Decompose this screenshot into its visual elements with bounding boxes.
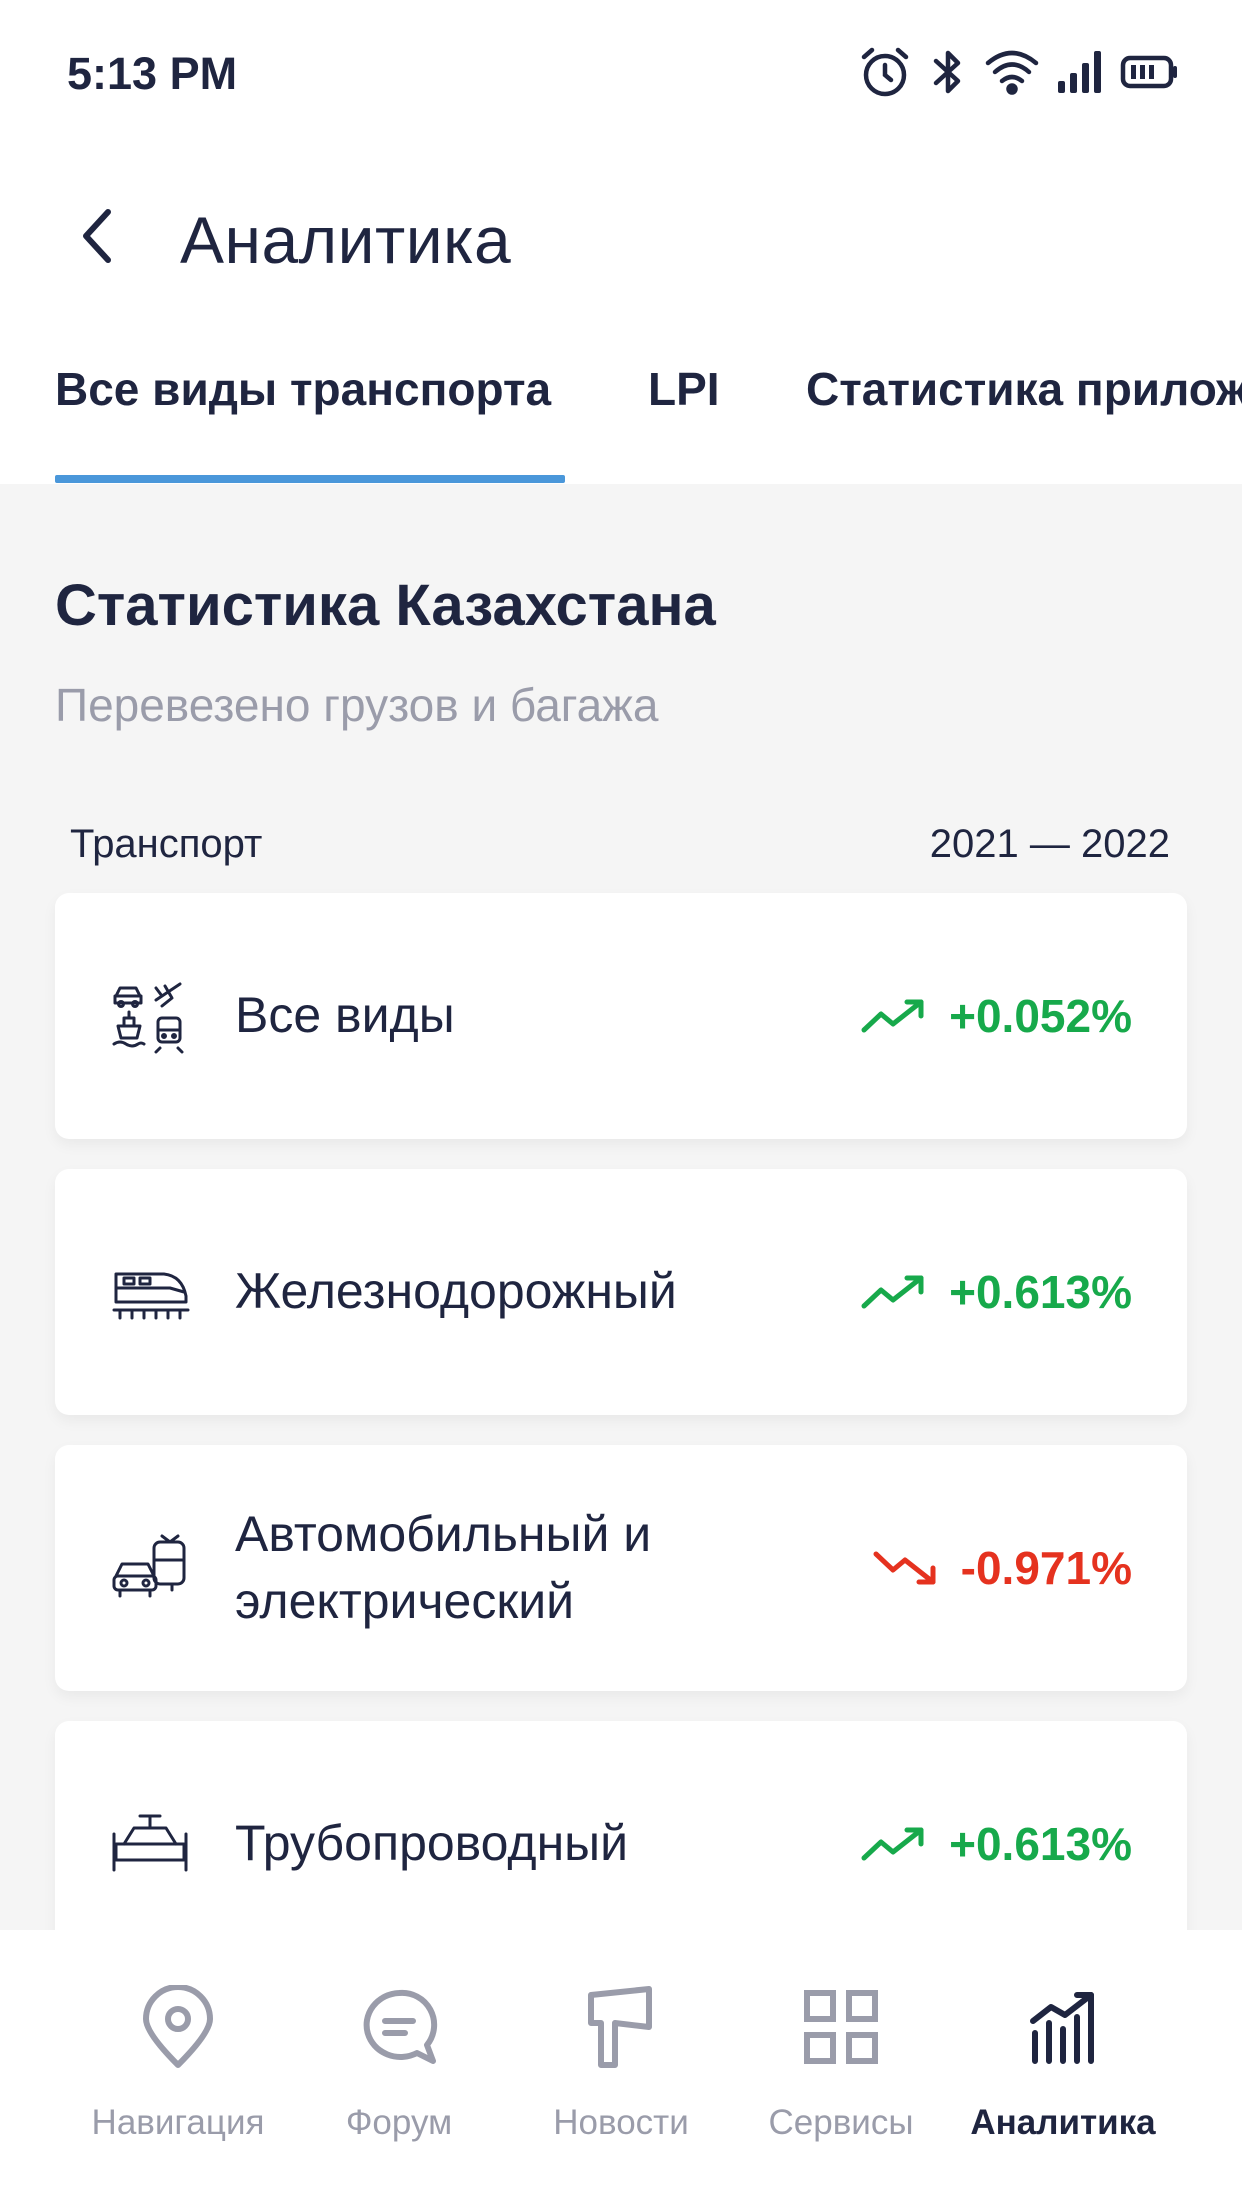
grid-icon: [799, 1985, 883, 2069]
page-title: Аналитика: [180, 203, 512, 277]
column-header-transport: Транспорт: [70, 822, 263, 866]
chat-bubble-icon: [357, 1985, 441, 2069]
trend-value: +0.052%: [861, 893, 1132, 1139]
trend-value: -0.971%: [873, 1445, 1132, 1691]
nav-item-forum[interactable]: Форум: [289, 1985, 509, 2165]
analytics-chart-icon: [1021, 1985, 1105, 2069]
trend-value: +0.613%: [861, 1169, 1132, 1415]
nav-item-analytics[interactable]: Аналитика: [953, 1985, 1173, 2165]
transport-row-all[interactable]: Все виды +0.052%: [55, 893, 1187, 1139]
percent-change: +0.613%: [949, 1266, 1132, 1318]
trend-up-icon: [861, 1827, 924, 1861]
tab-bar: Все виды транспорта LPI Статистика прило…: [0, 340, 1242, 484]
nav-label: Новости: [553, 2103, 689, 2142]
all-transport-icon: [110, 976, 190, 1056]
pipeline-icon: [110, 1804, 190, 1884]
nav-item-navigation[interactable]: Навигация: [68, 1985, 288, 2165]
wifi-icon: [984, 45, 1040, 99]
alarm-icon: [858, 45, 912, 99]
transport-label: Железнодорожный: [235, 1263, 677, 1320]
nav-label: Аналитика: [970, 2103, 1156, 2142]
status-time: 5:13 PM: [67, 48, 238, 99]
column-header-period: 2021 — 2022: [929, 822, 1170, 866]
percent-change: -0.971%: [960, 1542, 1132, 1594]
section-subtitle: Перевезено грузов и багажа: [55, 679, 659, 731]
signal-icon: [1056, 45, 1104, 99]
percent-change: +0.052%: [949, 990, 1132, 1042]
nav-label: Навигация: [91, 2103, 265, 2142]
bluetooth-icon: [928, 45, 968, 99]
section-title: Статистика Казахстана: [55, 573, 716, 638]
percent-change: +0.613%: [949, 1818, 1132, 1870]
nav-item-news[interactable]: Новости: [511, 1985, 731, 2165]
train-icon: [110, 1252, 190, 1332]
transport-row-rail[interactable]: Железнодорожный +0.613%: [55, 1169, 1187, 1415]
back-arrow-icon: [83, 209, 111, 263]
nav-label: Сервисы: [768, 2103, 914, 2142]
bottom-navigation: Навигация Форум Новости Сервисы Аналитик…: [0, 1930, 1242, 2208]
transport-label: Автомобильный и электрический: [235, 1505, 652, 1630]
trend-up-icon: [861, 1275, 924, 1309]
tab-all-transport[interactable]: Все виды транспорта: [55, 362, 551, 416]
status-icons: [858, 40, 1180, 104]
nav-label: Форум: [345, 2103, 453, 2142]
car-bus-icon: [110, 1528, 190, 1608]
back-button[interactable]: [62, 200, 134, 272]
megaphone-icon: [579, 1985, 663, 2069]
trend-up-icon: [861, 999, 924, 1033]
nav-item-services[interactable]: Сервисы: [731, 1985, 951, 2165]
transport-row-road[interactable]: Автомобильный и электрический -0.971%: [55, 1445, 1187, 1691]
tab-app-statistics[interactable]: Статистика прилож: [806, 362, 1242, 416]
battery-icon: [1120, 45, 1180, 99]
transport-label: Все виды: [235, 987, 455, 1044]
tab-lpi[interactable]: LPI: [648, 362, 720, 416]
trend-down-icon: [873, 1551, 936, 1585]
active-tab-indicator: [55, 475, 565, 483]
location-pin-icon: [136, 1985, 220, 2069]
